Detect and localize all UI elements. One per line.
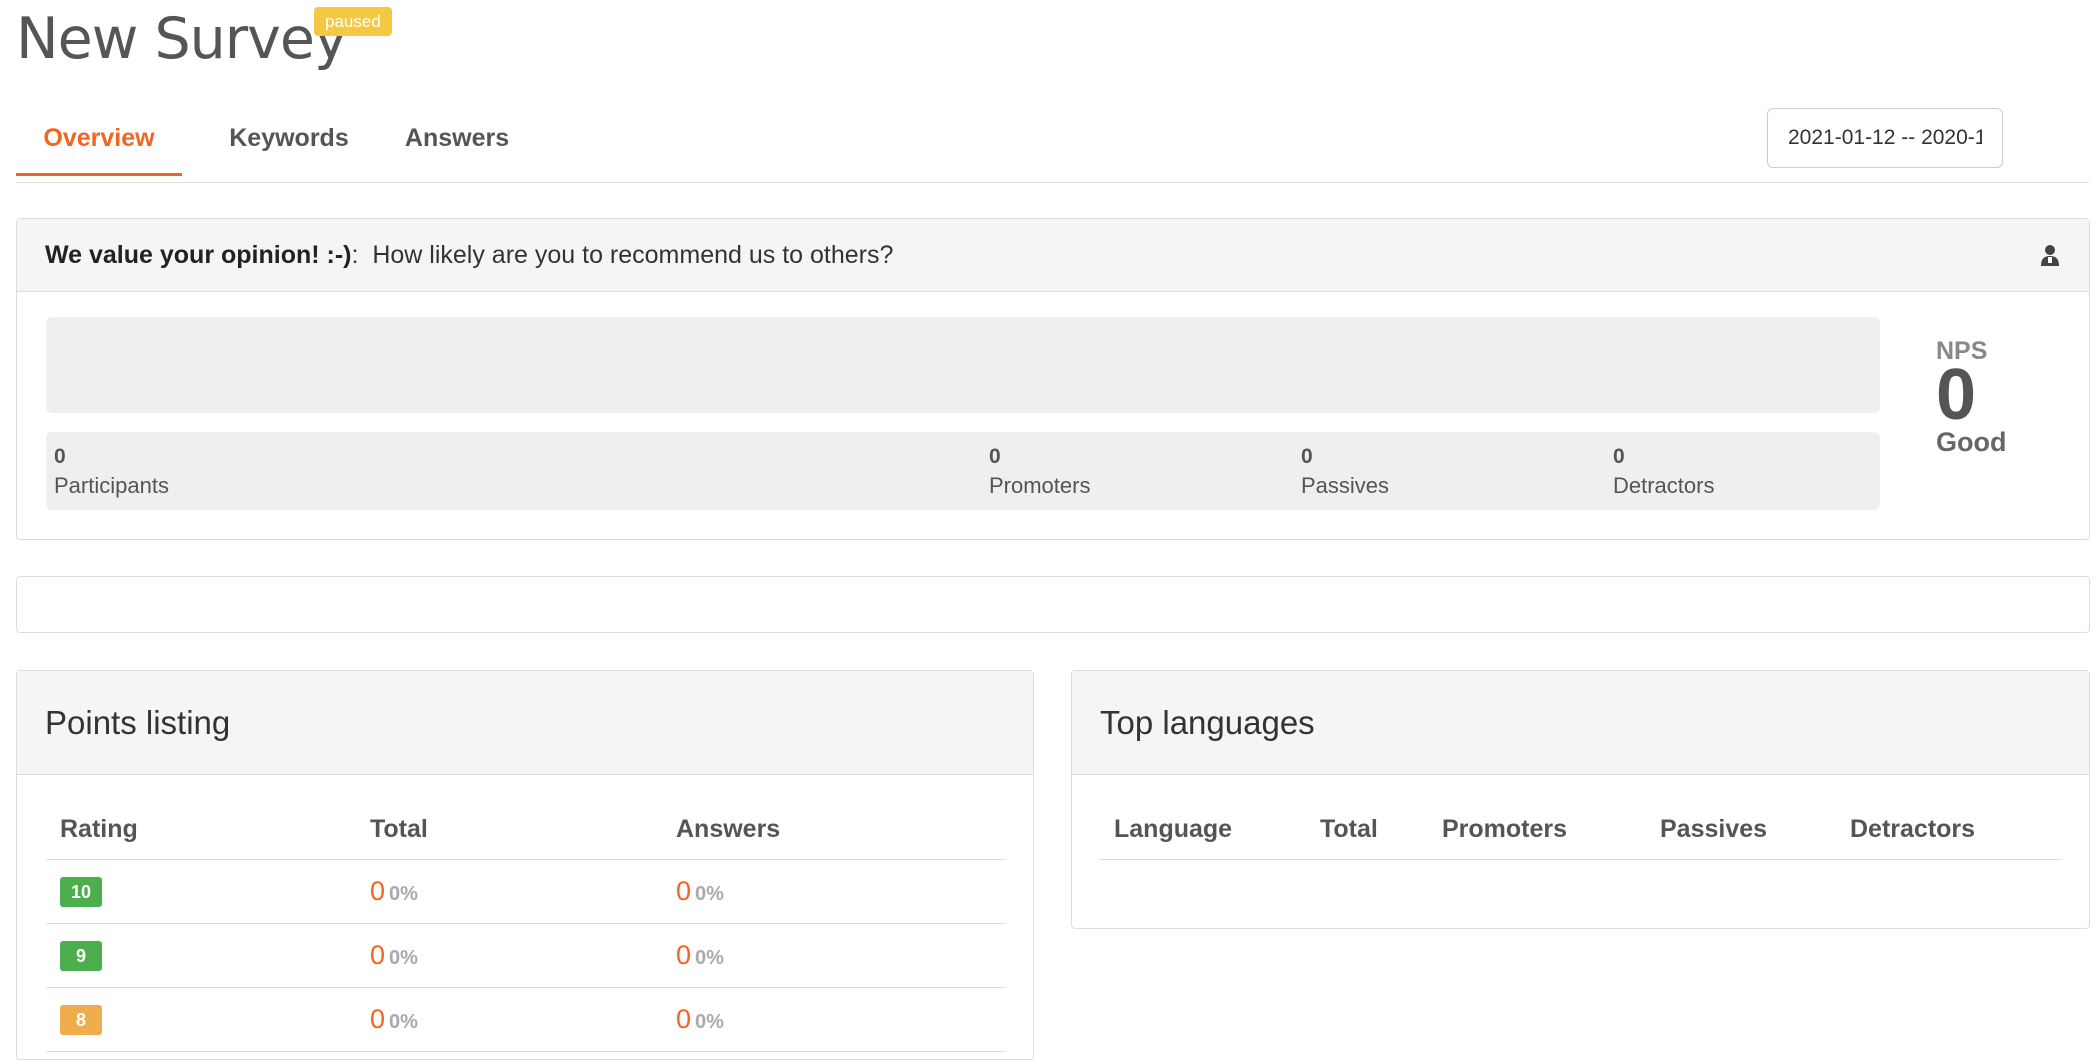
tab-keywords[interactable]: Keywords xyxy=(206,110,372,176)
top-languages-panel: Top languages Language Total Promoters P… xyxy=(1071,670,2090,929)
rating-badge: 8 xyxy=(60,1004,102,1035)
column-header: Answers xyxy=(662,799,1006,860)
column-header: Total xyxy=(356,799,662,860)
nps-score-grade: Good xyxy=(1936,427,2007,457)
empty-panel xyxy=(16,576,2090,633)
nps-distribution-bar xyxy=(46,317,1880,413)
answers-percent: 0% xyxy=(695,1011,724,1033)
user-icon[interactable] xyxy=(2039,243,2061,267)
question-separator: : xyxy=(351,241,373,269)
question-text: How likely are you to recommend us to ot… xyxy=(372,241,894,269)
stat-value: 0 xyxy=(54,445,66,468)
stat-detractors: 0 Detractors xyxy=(1613,444,1714,502)
tabs-divider xyxy=(16,182,2089,183)
column-header: Passives xyxy=(1646,799,1836,860)
total-count: 0 xyxy=(370,876,386,906)
column-header: Rating xyxy=(46,799,356,860)
rating-badge: 10 xyxy=(60,876,102,907)
stat-value: 0 xyxy=(1301,445,1313,468)
stat-value: 0 xyxy=(989,445,1001,468)
answers-count: 0 xyxy=(676,940,692,970)
nps-stats: 0 Participants 0 Promoters 0 Passives 0 … xyxy=(46,432,1880,510)
table-row: 10 0 0% 0 0% xyxy=(46,859,1006,924)
stat-label: Participants xyxy=(54,473,169,498)
answers-percent: 0% xyxy=(695,883,724,905)
nps-score-value: 0 xyxy=(1936,355,1977,435)
total-count: 0 xyxy=(370,940,386,970)
question-header: We value your opinion! :-): How likely a… xyxy=(17,219,2089,292)
nps-panel: We value your opinion! :-): How likely a… xyxy=(16,218,2090,540)
total-count: 0 xyxy=(370,1004,386,1034)
date-range-input[interactable] xyxy=(1767,108,2003,168)
column-header: Language xyxy=(1100,799,1306,860)
total-percent: 0% xyxy=(389,947,418,969)
top-languages-title: Top languages xyxy=(1072,671,2089,775)
page-title: New Survey xyxy=(16,6,348,72)
table-row: 9 0 0% 0 0% xyxy=(46,923,1006,988)
stat-label: Promoters xyxy=(989,473,1091,498)
points-listing-panel: Points listing Rating Total Answers 10 0… xyxy=(16,670,1034,1060)
answers-count: 0 xyxy=(676,1004,692,1034)
stat-passives: 0 Passives xyxy=(1301,444,1389,502)
tab-overview[interactable]: Overview xyxy=(16,110,182,176)
stat-label: Detractors xyxy=(1613,473,1715,498)
tab-answers[interactable]: Answers xyxy=(382,110,532,176)
status-badge: paused xyxy=(314,7,392,36)
total-percent: 0% xyxy=(389,1011,418,1033)
answers-percent: 0% xyxy=(695,947,724,969)
rating-badge: 9 xyxy=(60,940,102,971)
total-percent: 0% xyxy=(389,883,418,905)
stat-value: 0 xyxy=(1613,445,1625,468)
column-header: Promoters xyxy=(1428,799,1646,860)
column-header: Total xyxy=(1306,799,1428,860)
answers-count: 0 xyxy=(676,876,692,906)
stat-participants: 0 Participants xyxy=(54,444,169,502)
question-title: We value your opinion! :-) xyxy=(45,241,352,269)
stat-label: Passives xyxy=(1301,473,1390,498)
points-table: Rating Total Answers 10 0 0% 0 0% 9 0 0% 00… xyxy=(46,799,1006,1052)
stat-promoters: 0 Promoters xyxy=(989,444,1090,502)
column-header: Detractors xyxy=(1836,799,2062,860)
points-listing-title: Points listing xyxy=(17,671,1033,775)
nps-score: NPS 0 Good xyxy=(1936,337,2006,459)
languages-table: Language Total Promoters Passives Detrac… xyxy=(1100,799,2062,860)
